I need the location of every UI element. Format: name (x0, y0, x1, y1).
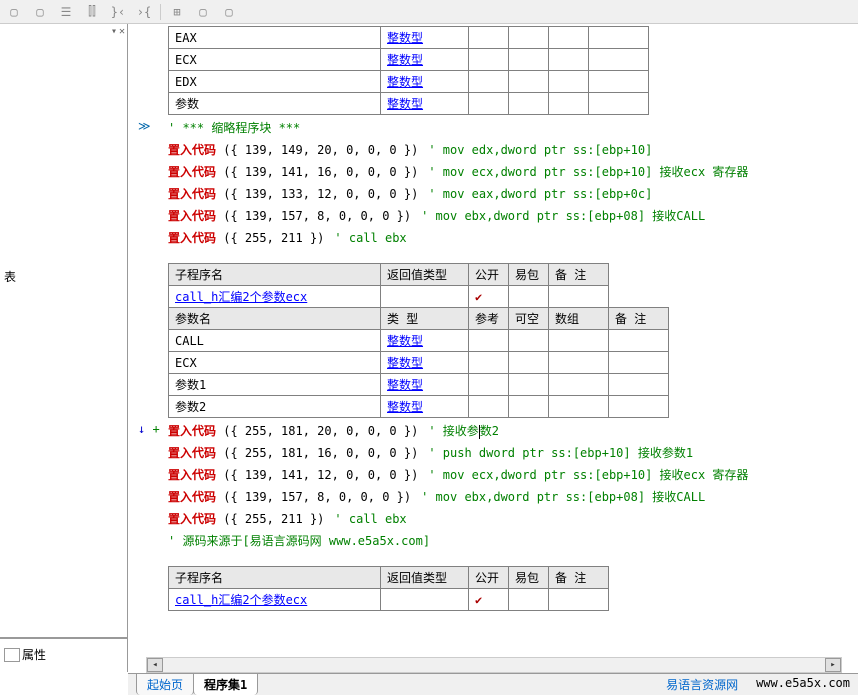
tb-icon[interactable]: }‹ (108, 3, 128, 21)
code-line[interactable]: 置入代码 ({ 139, 149, 20, 0, 0, 0 })' mov ed… (168, 139, 858, 161)
left-panel: ▾ ✕ 表 属性 (0, 24, 128, 672)
type-link[interactable]: 整数型 (387, 53, 423, 67)
subroutine-table: 子程序名返回值类型公开易包备 注 call_h汇编2个参数ecx✔ 参数名类 型… (168, 263, 669, 418)
tb-icon[interactable]: ▢ (219, 3, 239, 21)
table-row: 参数2整数型 (169, 396, 669, 418)
panel-min-icon[interactable]: ▾ (111, 26, 117, 37)
source-comment: ' 源码来源于[易语言源码网 www.e5a5x.com] (168, 530, 858, 552)
checkmark-icon: ✔ (469, 589, 509, 611)
tb-icon[interactable]: ▢ (4, 3, 24, 21)
params-table-1: EAX整数型ECX整数型EDX整数型参数整数型 (168, 26, 649, 115)
table-row: 参数整数型 (169, 93, 649, 115)
expand-icon[interactable]: + (152, 422, 159, 436)
scroll-right-icon[interactable]: ▸ (825, 658, 841, 672)
tab-program-set[interactable]: 程序集1 (193, 673, 258, 695)
tb-icon[interactable]: ⫿⫿ (82, 3, 102, 21)
table-row: CALL整数型 (169, 330, 669, 352)
code-line[interactable]: 置入代码 ({ 255, 211 })' call ebx (168, 227, 858, 249)
footer-site-name: 易语言资源网 (666, 676, 738, 693)
panel-label: 表 (4, 268, 16, 285)
code-line[interactable]: 置入代码 ({ 139, 133, 12, 0, 0, 0 })' mov ea… (168, 183, 858, 205)
type-link[interactable]: 整数型 (387, 400, 423, 414)
subroutine-name-link[interactable]: call_h汇编2个参数ecx (175, 290, 307, 304)
tb-icon[interactable]: ▢ (30, 3, 50, 21)
comment-line: ' *** 缩略程序块 *** (168, 117, 858, 139)
footer: 易语言资源网 www.e5a5x.com (666, 676, 850, 693)
table-row: EDX整数型 (169, 71, 649, 93)
code-line[interactable]: 置入代码 ({ 139, 141, 12, 0, 0, 0 })' mov ec… (168, 464, 858, 486)
table-row: ECX整数型 (169, 352, 669, 374)
subroutine-name-link[interactable]: call_h汇编2个参数ecx (175, 593, 307, 607)
table-row: ECX整数型 (169, 49, 649, 71)
tb-icon[interactable]: ⊞ (167, 3, 187, 21)
scroll-left-icon[interactable]: ◂ (147, 658, 163, 672)
code-line[interactable]: 置入代码 ({ 139, 157, 8, 0, 0, 0 })' mov ebx… (168, 486, 858, 508)
subroutine-table-3: 子程序名返回值类型公开易包备 注 call_h汇编2个参数ecx✔ (168, 566, 609, 611)
code-editor[interactable]: EAX整数型ECX整数型EDX整数型参数整数型 ≫ ' *** 缩略程序块 **… (128, 24, 858, 672)
panel-close-icon[interactable]: ✕ (119, 26, 125, 37)
footer-url: www.e5a5x.com (756, 676, 850, 693)
checkmark-icon: ✔ (469, 286, 509, 308)
type-link[interactable]: 整数型 (387, 97, 423, 111)
table-row: EAX整数型 (169, 27, 649, 49)
current-line-icon: ↓ (138, 422, 145, 436)
code-line[interactable]: 置入代码 ({ 255, 181, 20, 0, 0, 0 })' 接收参数2 (168, 420, 858, 442)
code-line[interactable]: 置入代码 ({ 255, 211 })' call ebx (168, 508, 858, 530)
table-row: 参数1整数型 (169, 374, 669, 396)
properties-tab[interactable]: 属性 (0, 638, 127, 670)
horizontal-scrollbar[interactable]: ◂ ▸ (146, 657, 842, 673)
tab-start[interactable]: 起始页 (136, 673, 194, 695)
tb-icon[interactable]: ▢ (193, 3, 213, 21)
gutter-expand-icon[interactable]: ≫ ' *** 缩略程序块 *** (168, 117, 858, 139)
toolbar: ▢ ▢ ☰ ⫿⫿ }‹ ›{ ⊞ ▢ ▢ (0, 0, 858, 24)
type-link[interactable]: 整数型 (387, 75, 423, 89)
type-link[interactable]: 整数型 (387, 334, 423, 348)
tb-icon[interactable]: ›{ (134, 3, 154, 21)
type-link[interactable]: 整数型 (387, 378, 423, 392)
code-line[interactable]: 置入代码 ({ 139, 157, 8, 0, 0, 0 })' mov ebx… (168, 205, 858, 227)
separator (160, 4, 161, 20)
code-line[interactable]: 置入代码 ({ 255, 181, 16, 0, 0, 0 })' push d… (168, 442, 858, 464)
type-link[interactable]: 整数型 (387, 356, 423, 370)
type-link[interactable]: 整数型 (387, 31, 423, 45)
tb-icon[interactable]: ☰ (56, 3, 76, 21)
code-line[interactable]: 置入代码 ({ 139, 141, 16, 0, 0, 0 })' mov ec… (168, 161, 858, 183)
properties-icon (4, 648, 20, 662)
